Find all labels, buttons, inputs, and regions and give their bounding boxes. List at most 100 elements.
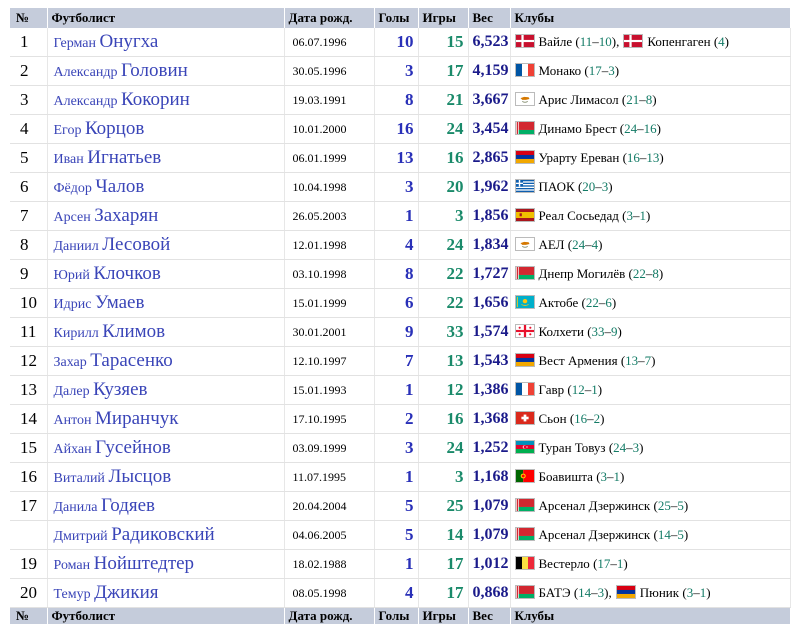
games-value: 16 — [418, 405, 468, 434]
goals-value: 10 — [374, 28, 418, 57]
club-goals: 1 — [617, 556, 624, 571]
club-entry[interactable]: Пюник (3–1) — [616, 585, 711, 600]
club-entry[interactable]: Арсенал Дзержинск (14–5) — [515, 527, 689, 542]
player-name-link[interactable]: Роман Нойштедтер — [47, 550, 284, 579]
player-name-link[interactable]: Арсен Захарян — [47, 202, 284, 231]
player-name-link[interactable]: Виталий Лысцов — [47, 463, 284, 492]
club-entry[interactable]: Копенгаген (4) — [623, 34, 729, 49]
player-last-name: Миранчук — [95, 408, 178, 429]
player-name-link[interactable]: Антон Миранчук — [47, 405, 284, 434]
player-name-link[interactable]: Идрис Умаев — [47, 289, 284, 318]
club-entry[interactable]: Актобе (22–6) — [515, 295, 617, 310]
weight-value: 1,543 — [468, 347, 510, 376]
club-goals: 3 — [608, 63, 615, 78]
club-games: 24 — [572, 237, 585, 252]
player-name-link[interactable]: Иван Игнатьев — [47, 144, 284, 173]
player-name-link[interactable]: Фёдор Чалов — [47, 173, 284, 202]
row-number: 4 — [10, 115, 47, 144]
player-name-link[interactable]: Данила Годяев — [47, 492, 284, 521]
club-goals: 1 — [591, 382, 598, 397]
player-name-link[interactable]: Егор Корцов — [47, 115, 284, 144]
player-name-link[interactable]: Александр Головин — [47, 57, 284, 86]
table-row: 12Захар Тарасенко12.10.19977131,543Вест … — [10, 347, 790, 376]
birth-date: 30.01.2001 — [284, 318, 374, 347]
header-birth[interactable]: Дата рожд. — [284, 8, 374, 28]
georgia-flag-icon — [515, 324, 535, 338]
header-player[interactable]: Футболист — [47, 8, 284, 28]
club-entry[interactable]: Туран Товуз (24–3) — [515, 440, 644, 455]
denmark-flag-icon — [623, 34, 643, 48]
header-weight[interactable]: Вес — [468, 8, 510, 28]
player-name-link[interactable]: Герман Онугха — [47, 28, 284, 57]
table-row: 7Арсен Захарян26.05.2003131,856Реал Сось… — [10, 202, 790, 231]
table-row: 8Даниил Лесовой12.01.19984241,834АЕЛ (24… — [10, 231, 790, 260]
footer-num: № — [10, 608, 47, 624]
row-number: 9 — [10, 260, 47, 289]
club-name: ПАОК — [539, 179, 575, 194]
club-entry[interactable]: Динамо Брест (24–16) — [515, 121, 661, 136]
belarus-flag-icon — [515, 266, 535, 280]
switzerland-flag-icon — [515, 411, 535, 425]
table-row: Дмитрий Радиковский04.06.20055141,079Арс… — [10, 521, 790, 550]
club-entry[interactable]: Сьон (16–2) — [515, 411, 605, 426]
club-entry[interactable]: Монако (17–3) — [515, 63, 620, 78]
player-name-link[interactable]: Далер Кузяев — [47, 376, 284, 405]
club-entry[interactable]: АЕЛ (24–4) — [515, 237, 603, 252]
player-first-name: Дмитрий — [54, 529, 108, 544]
club-entry[interactable]: Боавишта (3–1) — [515, 469, 625, 484]
table-row: 10Идрис Умаев15.01.19996221,656Актобе (2… — [10, 289, 790, 318]
goals-value: 1 — [374, 463, 418, 492]
row-number: 3 — [10, 86, 47, 115]
clubs-cell: Урарту Ереван (16–13) — [510, 144, 790, 173]
header-games[interactable]: Игры — [418, 8, 468, 28]
player-name-link[interactable]: Темур Джикия — [47, 579, 284, 608]
player-name-link[interactable]: Даниил Лесовой — [47, 231, 284, 260]
club-goals: 4 — [592, 237, 599, 252]
club-entry[interactable]: Колхети (33–9) — [515, 324, 622, 339]
club-entry[interactable]: Вестерло (17–1) — [515, 556, 628, 571]
header-num[interactable]: № — [10, 8, 47, 28]
club-entry[interactable]: Гавр (12–1) — [515, 382, 603, 397]
birth-date: 10.04.1998 — [284, 173, 374, 202]
club-entry[interactable]: БАТЭ (14–3), — [515, 585, 612, 600]
weight-value: 6,523 — [468, 28, 510, 57]
france-flag-icon — [515, 382, 535, 396]
player-name-link[interactable]: Айхан Гусейнов — [47, 434, 284, 463]
goals-value: 4 — [374, 579, 418, 608]
birth-date: 20.04.2004 — [284, 492, 374, 521]
header-clubs[interactable]: Клубы — [510, 8, 790, 28]
belarus-flag-icon — [515, 121, 535, 135]
club-entry[interactable]: Днепр Могилёв (22–8) — [515, 266, 664, 281]
weight-value: 1,656 — [468, 289, 510, 318]
club-entry[interactable]: Вест Армения (13–7) — [515, 353, 656, 368]
clubs-cell: Арсенал Дзержинск (25–5) — [510, 492, 790, 521]
denmark-flag-icon — [515, 34, 535, 48]
club-entry[interactable]: Арис Лимасол (21–8) — [515, 92, 657, 107]
header-goals[interactable]: Голы — [374, 8, 418, 28]
player-last-name: Кузяев — [93, 379, 147, 400]
player-first-name: Даниил — [54, 239, 99, 254]
player-name-link[interactable]: Кирилл Климов — [47, 318, 284, 347]
club-entry[interactable]: ПАОК (20–3) — [515, 179, 613, 194]
club-name: Вест Армения — [539, 353, 618, 368]
player-name-link[interactable]: Юрий Клочков — [47, 260, 284, 289]
player-name-link[interactable]: Александр Кокорин — [47, 86, 284, 115]
clubs-cell: Актобе (22–6) — [510, 289, 790, 318]
table-row: 16Виталий Лысцов11.07.1995131,168Боавишт… — [10, 463, 790, 492]
row-number: 1 — [10, 28, 47, 57]
club-entry[interactable]: Вайле (11–10), — [515, 34, 620, 49]
birth-date: 03.09.1999 — [284, 434, 374, 463]
club-games: 20 — [582, 179, 595, 194]
club-games: 24 — [624, 121, 637, 136]
clubs-cell: Туран Товуз (24–3) — [510, 434, 790, 463]
club-entry[interactable]: Реал Сосьедад (3–1) — [515, 208, 651, 223]
player-name-link[interactable]: Дмитрий Радиковский — [47, 521, 284, 550]
birth-date: 17.10.1995 — [284, 405, 374, 434]
club-entry[interactable]: Арсенал Дзержинск (25–5) — [515, 498, 689, 513]
clubs-cell: АЕЛ (24–4) — [510, 231, 790, 260]
club-entry[interactable]: Урарту Ереван (16–13) — [515, 150, 664, 165]
games-value: 24 — [418, 434, 468, 463]
games-value: 17 — [418, 57, 468, 86]
player-name-link[interactable]: Захар Тарасенко — [47, 347, 284, 376]
club-goals: 8 — [652, 266, 659, 281]
